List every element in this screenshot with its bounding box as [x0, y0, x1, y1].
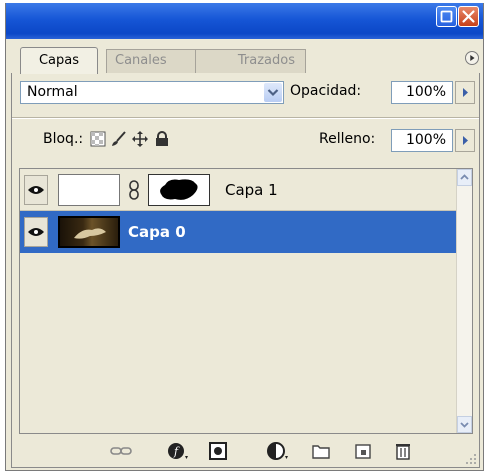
arrow-right-icon	[463, 88, 468, 97]
layer-mask-thumbnail[interactable]	[148, 174, 210, 206]
minimize-icon	[440, 10, 453, 23]
layers-list: Capa 1 Capa 0	[19, 168, 473, 434]
lock-brush-icon[interactable]	[111, 131, 127, 147]
add-mask-icon[interactable]	[209, 442, 227, 460]
image-thumbnail-icon	[74, 228, 106, 239]
eye-icon	[28, 228, 44, 236]
layer-thumbnail[interactable]	[58, 174, 120, 206]
layer-style-icon[interactable]: f	[167, 442, 189, 460]
lock-label: Bloq.:	[43, 131, 84, 147]
vertical-scrollbar[interactable]	[456, 169, 472, 433]
close-button[interactable]	[458, 6, 479, 27]
opacity-slider-button[interactable]	[455, 81, 475, 104]
opacity-label: Opacidad:	[290, 83, 362, 99]
layers-toolbar: f	[12, 437, 479, 467]
visibility-toggle[interactable]	[24, 175, 48, 205]
arrow-right-icon	[463, 136, 468, 145]
blend-opacity-row: Normal Opacidad: 100%	[12, 73, 479, 109]
new-group-icon[interactable]	[312, 442, 330, 460]
scroll-down-button[interactable]	[457, 416, 472, 433]
layer-name[interactable]: Capa 1	[225, 181, 278, 199]
scroll-up-button[interactable]	[457, 169, 472, 186]
link-layers-icon[interactable]	[110, 442, 132, 460]
delete-layer-icon[interactable]	[394, 442, 412, 460]
visibility-toggle[interactable]	[24, 217, 48, 247]
layer-thumbnail[interactable]	[58, 216, 120, 248]
new-layer-icon[interactable]	[354, 442, 372, 460]
layers-window: Trazados Canales Capas Normal Opacidad: …	[5, 3, 484, 471]
window-titlebar[interactable]	[6, 3, 483, 39]
chevron-up-icon	[460, 174, 469, 180]
tab-trazados[interactable]: Trazados	[194, 49, 306, 73]
fill-input[interactable]: 100%	[391, 129, 453, 152]
tab-capas[interactable]: Capas	[20, 47, 98, 74]
play-icon	[470, 55, 475, 61]
blend-mode-value: Normal	[27, 84, 78, 100]
eye-icon	[28, 186, 44, 194]
panel-tabs: Trazados Canales Capas	[6, 39, 483, 74]
layer-row[interactable]: Capa 1	[20, 169, 458, 211]
resize-grip-icon[interactable]	[465, 453, 477, 465]
divider	[12, 118, 479, 119]
lock-transparent-icon[interactable]	[90, 131, 106, 147]
opacity-input[interactable]: 100%	[391, 81, 453, 104]
layer-name[interactable]: Capa 0	[128, 223, 186, 241]
link-icon[interactable]	[128, 180, 140, 200]
fill-slider-button[interactable]	[455, 129, 475, 152]
dropdown-button[interactable]	[264, 83, 282, 102]
mask-shape-icon	[160, 179, 198, 200]
tab-canales[interactable]: Canales	[106, 49, 196, 73]
layer-row[interactable]: Capa 0	[20, 211, 458, 253]
minimize-button[interactable]	[436, 6, 457, 27]
adjustment-layer-icon[interactable]	[267, 442, 289, 460]
close-icon	[462, 10, 475, 23]
fill-label: Relleno:	[319, 131, 376, 147]
lock-all-icon[interactable]	[154, 131, 170, 147]
layers-panel: Normal Opacidad: 100% Bloq.: Relleno: 10…	[11, 73, 480, 468]
chevron-down-icon	[460, 422, 469, 428]
chevron-down-icon	[267, 89, 279, 97]
blend-mode-select[interactable]: Normal	[20, 81, 284, 104]
panel-menu-button[interactable]	[465, 51, 479, 65]
lock-move-icon[interactable]	[132, 131, 148, 147]
